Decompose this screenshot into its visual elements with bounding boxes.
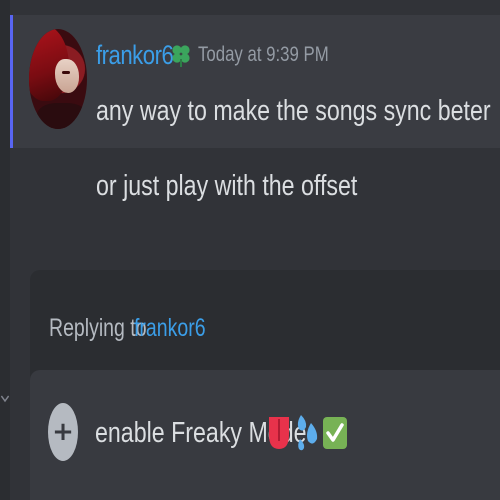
- avatar[interactable]: [29, 29, 87, 129]
- reply-label: Replying to: [49, 313, 147, 342]
- message-text-line: any way to make the songs sync beter: [96, 95, 491, 127]
- chat-message[interactable]: frankor6 Today at 9:39 PM any way to mak…: [10, 15, 500, 230]
- clover-icon: [170, 42, 192, 68]
- plus-circle-icon[interactable]: +: [48, 403, 78, 461]
- message-header: frankor6 Today at 9:39 PM: [96, 37, 362, 73]
- reply-target[interactable]: frankor6: [134, 314, 206, 343]
- sweat-droplets-emoji: [294, 405, 320, 459]
- message-timestamp: Today at 9:39 PM: [198, 43, 329, 66]
- message-text-line: or just play with the offset: [96, 170, 358, 202]
- check-mark-button-emoji: [322, 405, 348, 459]
- chat-view: frankor6 Today at 9:39 PM any way to mak…: [0, 0, 500, 500]
- tongue-emoji: [266, 405, 292, 459]
- reply-bar: Replying to frankor6: [30, 298, 500, 358]
- emoji-row: [266, 402, 348, 462]
- chevron-down-icon[interactable]: [0, 390, 10, 406]
- message-author[interactable]: frankor6: [96, 40, 174, 71]
- sidebar-edge: [0, 0, 10, 500]
